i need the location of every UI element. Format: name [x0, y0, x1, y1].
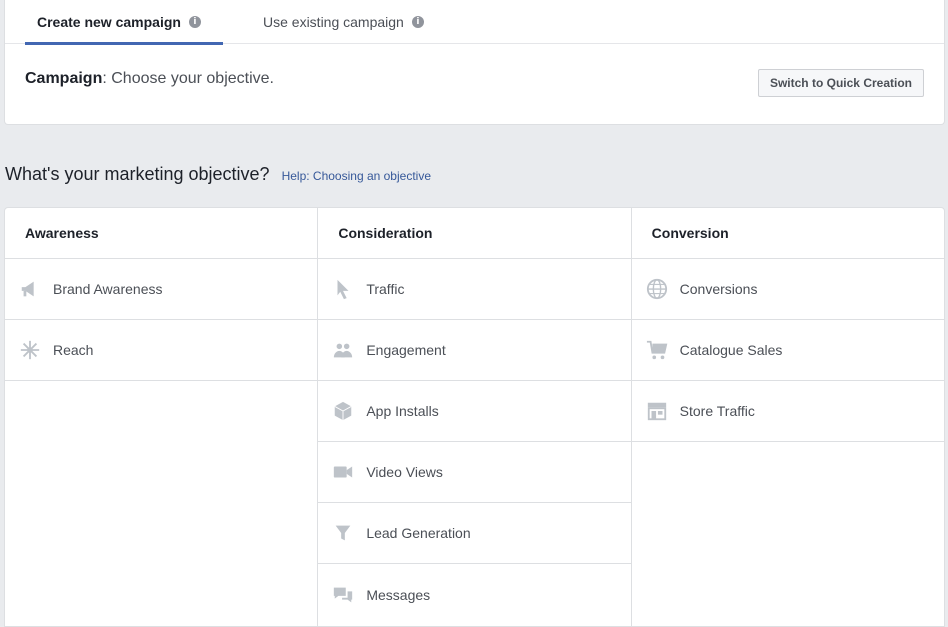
- question-title: What's your marketing objective?: [5, 164, 270, 184]
- switch-quick-creation-button[interactable]: Switch to Quick Creation: [757, 69, 924, 97]
- objective-label: Messages: [366, 586, 431, 603]
- campaign-objective-heading: Campaign: Choose your objective.: [25, 70, 274, 88]
- cart-icon: [645, 338, 669, 362]
- store-icon: [645, 399, 669, 423]
- people-icon: [331, 338, 355, 362]
- conversion-header: Conversion: [631, 208, 944, 259]
- tab-use-existing-campaign[interactable]: Use existing campaign i: [263, 0, 424, 44]
- awareness-column: Awareness Brand Awareness Reach: [5, 208, 319, 626]
- objective-conversions[interactable]: Conversions: [631, 259, 944, 320]
- info-icon[interactable]: i: [188, 16, 201, 28]
- tab-create-new-campaign[interactable]: Create new campaign i: [25, 0, 223, 45]
- objective-traffic[interactable]: Traffic: [318, 259, 631, 320]
- objective-label: Brand Awareness: [53, 281, 163, 297]
- campaign-tabs: Create new campaign i Use existing campa…: [5, 0, 944, 45]
- objective-store-traffic[interactable]: Store Traffic: [631, 381, 944, 442]
- box-icon: [331, 399, 355, 423]
- objective-label: Engagement: [366, 342, 446, 358]
- video-camera-icon: [331, 460, 355, 484]
- conversion-column: Conversion Conversions Catalogue Sales S…: [631, 208, 944, 626]
- objective-label: Catalogue Sales: [679, 342, 783, 358]
- tab-existing-label: Use existing campaign: [263, 14, 404, 30]
- objective-video-views[interactable]: Video Views: [318, 442, 631, 503]
- campaign-subtext: : Choose your objective.: [102, 70, 274, 87]
- funnel-icon: [331, 521, 355, 545]
- objective-label: Lead Generation: [366, 525, 471, 541]
- campaign-label: Campaign: [25, 70, 103, 87]
- objective-app-installs[interactable]: App Installs: [318, 381, 631, 442]
- objective-lead-generation[interactable]: Lead Generation: [318, 503, 631, 564]
- objective-catalogue-sales[interactable]: Catalogue Sales: [631, 320, 944, 381]
- globe-icon: [645, 277, 669, 301]
- objective-grid: Awareness Brand Awareness Reach Consider…: [4, 207, 945, 627]
- objective-engagement[interactable]: Engagement: [318, 320, 631, 381]
- objective-label: Reach: [53, 342, 94, 358]
- chat-bubbles-icon: [331, 583, 355, 607]
- help-choosing-objective-link[interactable]: Help: Choosing an objective: [282, 169, 431, 183]
- objective-brand-awareness[interactable]: Brand Awareness: [5, 259, 318, 320]
- tab-create-label: Create new campaign: [37, 14, 181, 30]
- objective-label: Video Views: [366, 464, 443, 480]
- consideration-column: Consideration Traffic Engagement App Ins…: [318, 208, 632, 626]
- campaign-header-card: Create new campaign i Use existing campa…: [4, 0, 945, 125]
- objective-label: App Installs: [366, 403, 439, 419]
- objective-messages[interactable]: Messages: [318, 564, 630, 625]
- objective-question: What's your marketing objective? Help: C…: [5, 164, 431, 185]
- cursor-icon: [331, 277, 355, 301]
- consideration-header: Consideration: [318, 208, 631, 259]
- awareness-header: Awareness: [5, 208, 318, 259]
- objective-reach[interactable]: Reach: [5, 320, 318, 381]
- objective-label: Conversions: [679, 281, 758, 297]
- objective-label: Traffic: [366, 281, 405, 297]
- info-icon[interactable]: i: [411, 16, 424, 28]
- reach-star-icon: [18, 338, 42, 362]
- megaphone-icon: [18, 277, 42, 301]
- objective-label: Store Traffic: [679, 403, 755, 419]
